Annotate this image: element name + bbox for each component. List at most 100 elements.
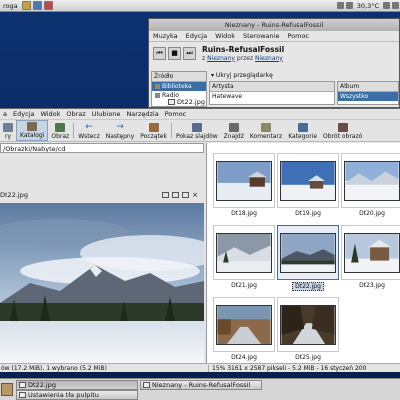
track-title: Ruins-RefusalFossil	[202, 44, 285, 54]
menu-item-file[interactable]: a	[0, 110, 10, 118]
thumbnail-caption: Dt23.jpg	[359, 282, 385, 289]
find-button[interactable]: Znajdź	[221, 120, 247, 141]
window-title: Nieznany - Ruins-RefusalFossil	[224, 21, 324, 29]
menu-item-edit[interactable]: Edycja	[182, 32, 211, 40]
library-icon	[155, 84, 160, 89]
album-column-header[interactable]: Album	[338, 82, 398, 92]
thumbnail[interactable]: Dt25.jpg	[277, 297, 339, 361]
previous-icon: ⏮	[156, 48, 163, 57]
close-icon[interactable]: ×	[192, 192, 198, 199]
music-player-window: Nieznany - Ruins-RefusalFossil Muzyka Ed…	[148, 18, 400, 108]
thumbnail[interactable]: Dt21.jpg	[213, 225, 275, 289]
preview-filename: Dt22.jpg	[0, 191, 28, 199]
comment-button[interactable]: Komentarz	[247, 120, 285, 141]
album-item[interactable]: Wszystko	[338, 92, 398, 101]
source-item-library[interactable]: Biblioteka	[152, 82, 206, 91]
top-panel-menu[interactable]: roga	[0, 2, 21, 10]
launcher-icon[interactable]	[21, 1, 31, 10]
folders-icon	[27, 122, 38, 131]
source-header[interactable]: Źródło	[152, 72, 206, 82]
window-titlebar[interactable]: Nieznany - Ruins-RefusalFossil	[149, 19, 399, 31]
thumbnail-image	[280, 304, 336, 345]
library-browser: ▾ Ukryj przeglądarkę Artysta Hatewave Al…	[209, 71, 399, 107]
thumbnail-frame	[277, 297, 339, 352]
thumbnail[interactable]: Dt19.jpg	[277, 153, 339, 217]
thumbnail-image	[344, 160, 400, 201]
toolbar-separator	[170, 123, 172, 138]
image-preview[interactable]	[0, 203, 204, 363]
menu-item-view[interactable]: Widok	[211, 32, 239, 40]
status-bar: ów (17.2 MiB), 1 wybrano (5.2 MiB) 15% 3…	[0, 363, 400, 372]
thumbnail[interactable]: Dt24.jpg	[213, 297, 275, 361]
artist-list: Artysta Hatewave	[209, 81, 335, 105]
hide-browser-toggle[interactable]: ▾ Ukryj przeglądarkę	[209, 71, 399, 80]
thumbnail[interactable]: Dt18.jpg	[213, 153, 275, 217]
categories-icon	[297, 123, 308, 132]
view-mode-icon[interactable]	[162, 192, 170, 198]
thumbnail[interactable]: Dt23.jpg	[341, 225, 400, 289]
previous-button[interactable]: ⏮	[153, 46, 166, 60]
menu-item-tools[interactable]: Narzędzia	[123, 110, 161, 118]
thumbnail[interactable]: Dt22.jpg	[277, 225, 339, 291]
next-icon: ⏭	[186, 48, 193, 57]
menu-item-control[interactable]: Sterowanie	[239, 32, 283, 40]
image-button[interactable]: Obraz	[48, 120, 72, 141]
thumbnail-frame	[277, 153, 339, 208]
album-link[interactable]: Nieznany	[207, 55, 235, 62]
settings-icon	[19, 392, 26, 398]
menu-item-help[interactable]: Pomoc	[162, 110, 190, 118]
menu-bar: Muzyka Edycja Widok Sterowanie Pomoc	[149, 31, 399, 42]
tray-icon[interactable]	[345, 2, 353, 9]
zoom-icon[interactable]	[172, 192, 180, 198]
tray-icon[interactable]	[383, 2, 390, 9]
preview-header: Dt22.jpg ×	[0, 191, 204, 199]
slideshow-button[interactable]: Pokaz slajdów	[173, 120, 221, 141]
thumbnail[interactable]: Dt20.jpg	[341, 153, 400, 217]
next-button[interactable]: ⏭	[183, 46, 196, 60]
rotate-button[interactable]: Obrót obrazó	[320, 120, 365, 141]
mountain-photo	[0, 203, 204, 363]
thumbnail-frame	[213, 225, 275, 280]
menu-item-favorites[interactable]: Ulubione	[89, 110, 124, 118]
rotate-icon	[337, 123, 348, 132]
artist-item[interactable]: Hatewave	[210, 92, 334, 101]
menu-item-view[interactable]: Widok	[37, 110, 63, 118]
thumbnail-caption: Dt19.jpg	[295, 210, 321, 217]
thumbnail-frame	[213, 297, 275, 352]
music-icon	[143, 382, 150, 388]
volume-icon[interactable]	[336, 2, 344, 9]
stop-button[interactable]: ■	[168, 46, 181, 60]
artist-column-header[interactable]: Artysta	[210, 82, 334, 92]
taskbar-task[interactable]: Dt22.jpg	[16, 380, 138, 390]
menu-launcher-icon[interactable]	[1, 383, 13, 396]
menu-item-help[interactable]: Pomoc	[283, 32, 313, 40]
folders-button[interactable]: Katalogi	[16, 120, 49, 141]
album-list: Album Wszystko	[337, 81, 399, 105]
folder-button[interactable]: ry	[0, 120, 16, 141]
thumbnail-frame	[341, 225, 400, 280]
thumbnail-grid: Dt18.jpg Dt19.jpg Dt20.jpg Dt21.jpg Dt22…	[206, 143, 400, 363]
menu-item-image[interactable]: Obraz	[63, 110, 88, 118]
settings-icon[interactable]	[182, 192, 190, 198]
path-field[interactable]: /Obrazki/Nabyte/cd	[0, 143, 204, 153]
home-button[interactable]: Początek	[137, 120, 170, 141]
file-row: Dt22.jpg	[168, 98, 205, 106]
launcher-icon[interactable]	[43, 1, 53, 10]
launcher-icon[interactable]	[32, 1, 42, 10]
thumbnail-caption: Dt20.jpg	[359, 210, 385, 217]
track-subtitle: z Nieznany przez Nieznany	[202, 54, 283, 62]
weather-temperature[interactable]: 30,3°C	[354, 2, 382, 10]
taskbar-task[interactable]: Ustawienia tła pulpitu	[16, 390, 138, 400]
menu-item-music[interactable]: Muzyka	[149, 32, 182, 40]
back-button[interactable]: ← Wstecz	[75, 120, 103, 141]
next-button[interactable]: → Następny	[103, 120, 138, 141]
tray-icon[interactable]	[392, 2, 399, 9]
toolbar: ry Katalogi Obraz ← Wstecz → Następny Pocz…	[0, 120, 400, 142]
thumbnail-image	[280, 160, 336, 201]
thumbnail-image	[216, 232, 272, 273]
artist-link[interactable]: Nieznany	[255, 55, 283, 62]
taskbar-task[interactable]: Nieznany - Ruins-RefusalFossil	[140, 380, 262, 390]
categories-button[interactable]: Kategorie	[285, 120, 320, 141]
image-viewer-window: a Edycja Widok Obraz Ulubione Narzędzia …	[0, 108, 400, 372]
menu-item-edit[interactable]: Edycja	[10, 110, 37, 118]
